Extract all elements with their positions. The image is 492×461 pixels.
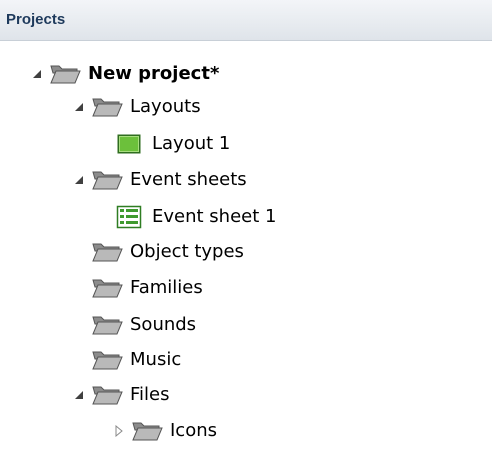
expand-toggle[interactable] <box>72 166 86 194</box>
tree-node-layouts[interactable]: Layouts <box>72 93 201 121</box>
triangle-expanded-icon <box>33 70 41 78</box>
folder-open-icon <box>130 417 164 445</box>
tree-node-label: Music <box>130 349 182 370</box>
tree-node-label: Families <box>130 277 203 298</box>
tree-node-music[interactable]: Music <box>90 346 181 374</box>
tree-node-icons[interactable]: Icons <box>112 417 217 445</box>
expand-toggle[interactable] <box>72 381 86 409</box>
tree-node-sounds[interactable]: Sounds <box>90 311 196 339</box>
folder-open-icon <box>90 311 124 339</box>
tree-node-families[interactable]: Families <box>90 274 203 302</box>
tree-node-label: Layouts <box>130 96 201 117</box>
panel-title: Projects <box>6 11 66 28</box>
folder-open-icon <box>90 166 124 194</box>
tree-node-label: Object types <box>130 241 244 262</box>
tree-node-event-sheets[interactable]: Event sheets <box>72 166 247 194</box>
folder-open-icon <box>90 274 124 302</box>
tree-node-files[interactable]: Files <box>72 381 170 409</box>
tree-node-layout-1[interactable]: Layout 1 <box>112 130 230 158</box>
tree-node-label: Event sheet 1 <box>152 206 277 227</box>
tree-node-label: New project* <box>88 63 220 84</box>
folder-open-icon <box>48 60 82 88</box>
triangle-collapsed-icon <box>115 425 123 437</box>
tree-node-label: Sounds <box>130 314 197 335</box>
tree-node-object-types[interactable]: Object types <box>90 238 244 266</box>
expand-toggle[interactable] <box>112 417 126 445</box>
folder-open-icon <box>90 381 124 409</box>
tree-node-event-sheet-1[interactable]: Event sheet 1 <box>112 203 276 231</box>
triangle-expanded-icon <box>75 103 83 111</box>
panel-header: Projects <box>0 0 492 41</box>
expand-toggle[interactable] <box>72 93 86 121</box>
layout-icon <box>112 130 146 158</box>
event-sheet-icon <box>112 203 146 231</box>
expand-toggle[interactable] <box>30 60 44 88</box>
tree-node-label: Event sheets <box>130 169 247 190</box>
triangle-expanded-icon <box>75 391 83 399</box>
tree-node-label: Layout 1 <box>152 133 231 154</box>
projects-panel: Projects New project* Layouts Layout 1 E… <box>0 0 492 461</box>
tree-node-label: Icons <box>170 420 218 441</box>
tree-node-root[interactable]: New project* <box>30 60 219 88</box>
triangle-expanded-icon <box>75 176 83 184</box>
project-tree: New project* Layouts Layout 1 Event shee… <box>0 41 492 461</box>
folder-open-icon <box>90 238 124 266</box>
folder-open-icon <box>90 346 124 374</box>
tree-node-label: Files <box>130 384 170 405</box>
folder-open-icon <box>90 93 124 121</box>
